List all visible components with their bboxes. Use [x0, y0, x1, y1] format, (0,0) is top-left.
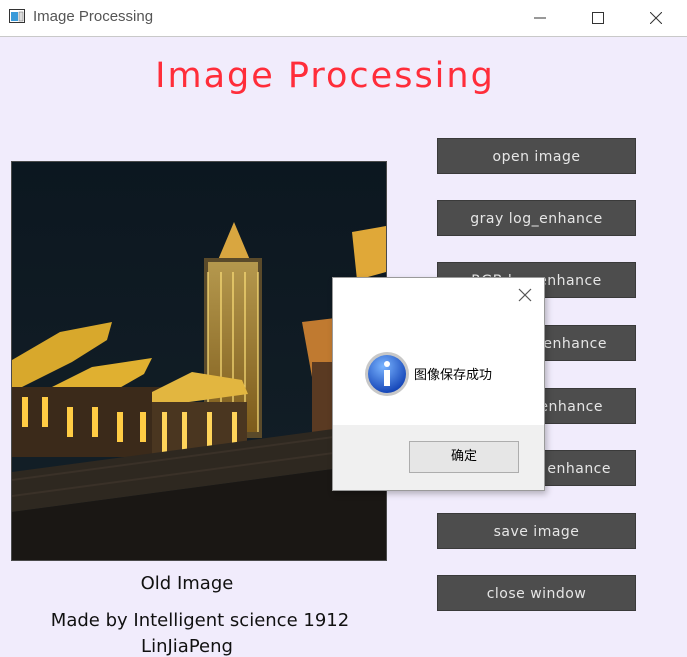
info-icon — [365, 352, 409, 396]
credit-line-2: LinJiaPeng — [141, 636, 233, 657]
app-heading: Image Processing — [155, 56, 495, 96]
message-dialog: 图像保存成功 确定 — [332, 277, 545, 491]
app-window-icon — [9, 9, 25, 23]
minimize-icon — [534, 17, 546, 19]
maximize-icon — [592, 12, 604, 24]
open-image-button[interactable]: open image — [437, 138, 636, 174]
close-icon — [650, 12, 662, 24]
dialog-close-icon[interactable] — [518, 288, 532, 302]
close-window-button[interactable] — [633, 0, 679, 36]
gray-log-enhance-button[interactable]: gray log_enhance — [437, 200, 636, 236]
night-building-photo — [12, 162, 386, 560]
maximize-button[interactable] — [575, 0, 621, 36]
ok-button[interactable]: 确定 — [409, 441, 519, 473]
dialog-footer: 确定 — [333, 425, 544, 490]
window-title: Image Processing — [33, 8, 154, 25]
window-titlebar: Image Processing — [0, 0, 687, 37]
save-image-button[interactable]: save image — [437, 513, 636, 549]
credit-line-1: Made by Intelligent science 1912 — [50, 610, 350, 631]
dialog-message: 图像保存成功 — [414, 368, 493, 383]
minimize-button[interactable] — [517, 0, 563, 36]
old-image — [11, 161, 387, 561]
close-window-app-button[interactable]: close window — [437, 575, 636, 611]
image-caption: Old Image — [140, 573, 234, 594]
